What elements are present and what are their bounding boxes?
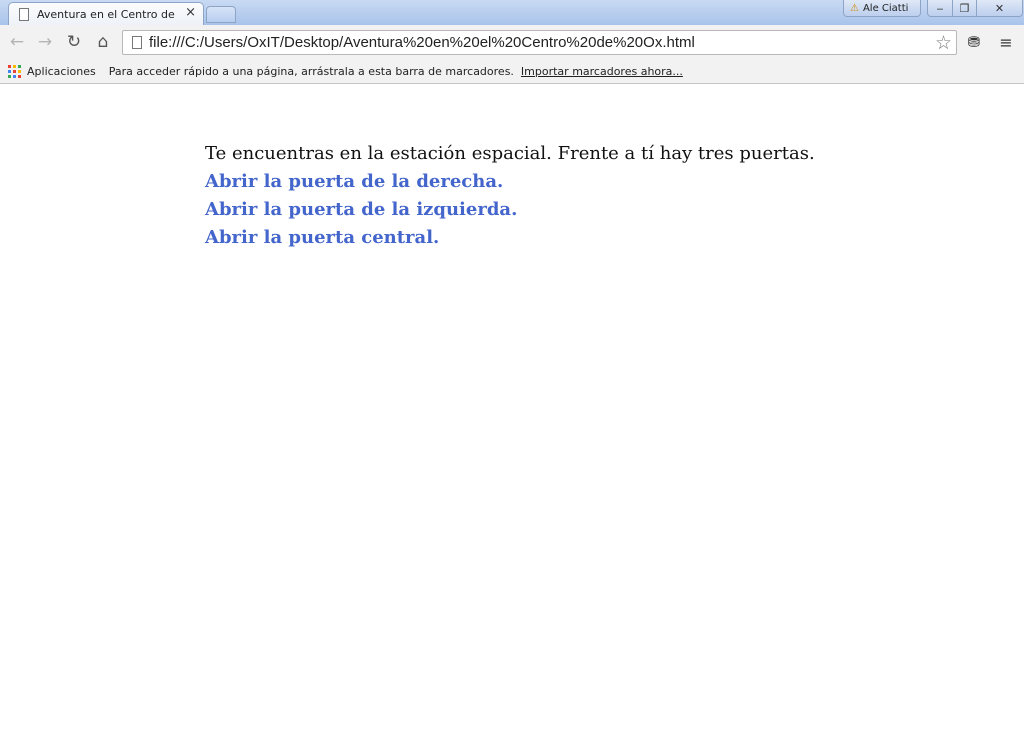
page-content: Te encuentras en la estación espacial. F… [205,140,905,252]
title-bar: Aventura en el Centro de Ox × ⚠ Ale Ciat… [0,0,1024,25]
tab-close-icon[interactable]: × [185,5,196,20]
apps-dot [8,69,11,73]
browser-toolbar: ← → ↻ ⌂ file:///C:/Users/OxIT/Desktop/Av… [0,25,1024,59]
apps-dot [13,74,16,78]
import-bookmarks-link[interactable]: Importar marcadores ahora... [521,65,683,78]
profile-button[interactable]: ⚠ Ale Ciatti [843,0,921,17]
story-text: Te encuentras en la estación espacial. F… [205,143,815,164]
close-window-button[interactable]: ✕ [977,0,1023,17]
reload-icon[interactable]: ↻ [64,32,84,52]
warning-icon: ⚠ [850,2,859,14]
home-icon[interactable]: ⌂ [93,32,113,52]
choice-link-left-door[interactable]: Abrir la puerta de la izquierda. [205,196,905,224]
menu-icon[interactable]: ≡ [998,33,1014,52]
apps-dot [13,69,16,73]
apps-icon[interactable] [8,64,21,78]
tab-title: Aventura en el Centro de Ox [37,7,177,21]
address-bar[interactable]: file:///C:/Users/OxIT/Desktop/Aventura%2… [122,30,957,55]
url-text[interactable]: file:///C:/Users/OxIT/Desktop/Aventura%2… [149,34,695,51]
browser-tab[interactable]: Aventura en el Centro de Ox × [8,2,204,25]
bookmarks-hint: Para acceder rápido a una página, arrást… [108,64,514,78]
apps-dot [18,74,21,78]
back-icon[interactable]: ← [7,32,27,52]
minimize-button[interactable]: ‒ [927,0,953,17]
choice-link-center-door[interactable]: Abrir la puerta central. [205,224,905,252]
bookmarks-bar: Aplicaciones Para acceder rápido a una p… [0,59,1024,84]
tab-page-icon [19,7,29,21]
star-icon[interactable]: ☆ [935,32,952,54]
apps-dot [8,64,11,68]
page-icon [132,36,142,49]
window-controls: ‒ ❐ ✕ [927,0,1023,17]
forward-icon[interactable]: → [35,32,55,52]
apps-dot [13,64,16,68]
maximize-button[interactable]: ❐ [953,0,977,17]
extension-icon[interactable]: ⛃ [965,33,983,51]
bookmark-apps[interactable]: Aplicaciones [27,65,96,78]
apps-dot [8,74,11,78]
new-tab-button[interactable] [206,6,236,23]
apps-dot [18,64,21,68]
choice-link-right-door[interactable]: Abrir la puerta de la derecha. [205,168,905,196]
apps-dot [18,69,21,73]
profile-name: Ale Ciatti [862,2,909,14]
